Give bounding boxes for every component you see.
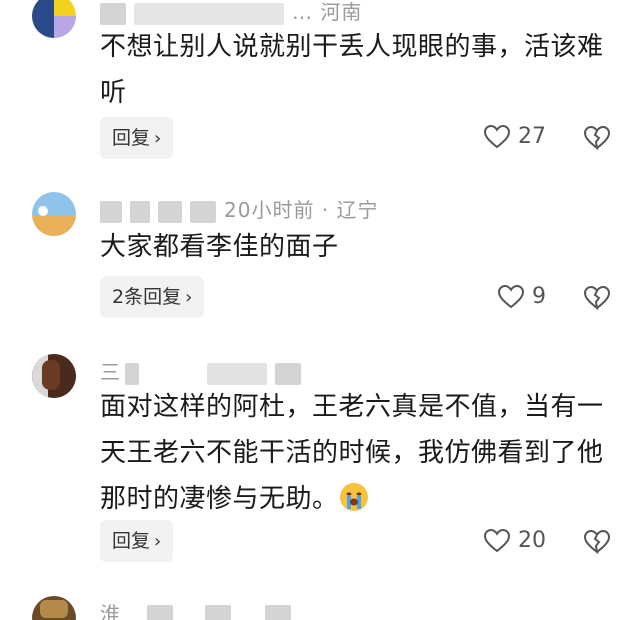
- comment-text-line-with-emoji: 那时的凄惨与无助。: [100, 476, 610, 522]
- comment-text-line: 那时的凄惨与无助。: [100, 484, 339, 514]
- comment-meta-text: 20小时前 · 辽宁: [224, 198, 379, 222]
- comment-text-line: 听: [100, 78, 127, 108]
- broken-heart-icon: [583, 125, 611, 151]
- replies-button[interactable]: 2条回复 ›: [100, 276, 205, 318]
- heart-icon: [484, 528, 510, 552]
- heart-icon: [498, 284, 524, 308]
- dislike-button[interactable]: [583, 529, 611, 558]
- comment-meta: … 河南: [100, 0, 362, 25]
- chevron-right-icon: ›: [154, 531, 162, 552]
- like-button[interactable]: 27: [484, 124, 546, 149]
- reply-button[interactable]: 回复 ›: [100, 117, 174, 159]
- chevron-right-icon: ›: [154, 128, 162, 149]
- reply-button-label: 回复: [112, 530, 151, 552]
- like-count: 9: [532, 284, 546, 309]
- chevron-right-icon: ›: [185, 287, 193, 308]
- comment-meta: 20小时前 · 辽宁: [100, 194, 379, 223]
- comment-text-line: 大家都看李佳的面子: [100, 232, 339, 262]
- reply-button-label: 2条回复: [112, 286, 182, 308]
- avatar[interactable]: [32, 596, 76, 620]
- broken-heart-icon: [583, 285, 611, 311]
- like-button[interactable]: 20: [484, 528, 546, 553]
- avatar[interactable]: [32, 354, 76, 398]
- reply-button[interactable]: 回复 ›: [100, 520, 174, 562]
- comment-text: 大家都看李佳的面子: [100, 224, 610, 270]
- comment-meta-text: … 河南: [292, 0, 363, 24]
- comment-meta-text: 淮: [100, 602, 121, 620]
- like-button[interactable]: 9: [498, 284, 546, 309]
- comment-text-line: 面对这样的阿杜，王老六真是不值，当有一: [100, 392, 604, 422]
- comment-meta: 淮: [100, 598, 299, 620]
- reply-button-label: 回复: [112, 127, 151, 149]
- comment-text-line: 不想让别人说就别干丢人现眼的事，活该难: [100, 32, 604, 62]
- comment-meta-text: 三: [100, 360, 121, 384]
- like-count: 20: [518, 528, 546, 553]
- comment-meta: 三: [100, 356, 309, 385]
- comment-text: 面对这样的阿杜，王老六真是不值，当有一 天王老六不能干活的时候，我仿佛看到了他 …: [100, 384, 610, 522]
- dislike-button[interactable]: [583, 125, 611, 154]
- dislike-button[interactable]: [583, 285, 611, 314]
- heart-icon: [484, 124, 510, 148]
- comment-text: 不想让别人说就别干丢人现眼的事，活该难 听: [100, 24, 610, 116]
- crying-face-emoji-icon: [339, 483, 368, 511]
- like-count: 27: [518, 124, 546, 149]
- avatar[interactable]: [32, 192, 76, 236]
- avatar[interactable]: [32, 0, 76, 38]
- broken-heart-icon: [583, 529, 611, 555]
- comment-text-line: 天王老六不能干活的时候，我仿佛看到了他: [100, 438, 604, 468]
